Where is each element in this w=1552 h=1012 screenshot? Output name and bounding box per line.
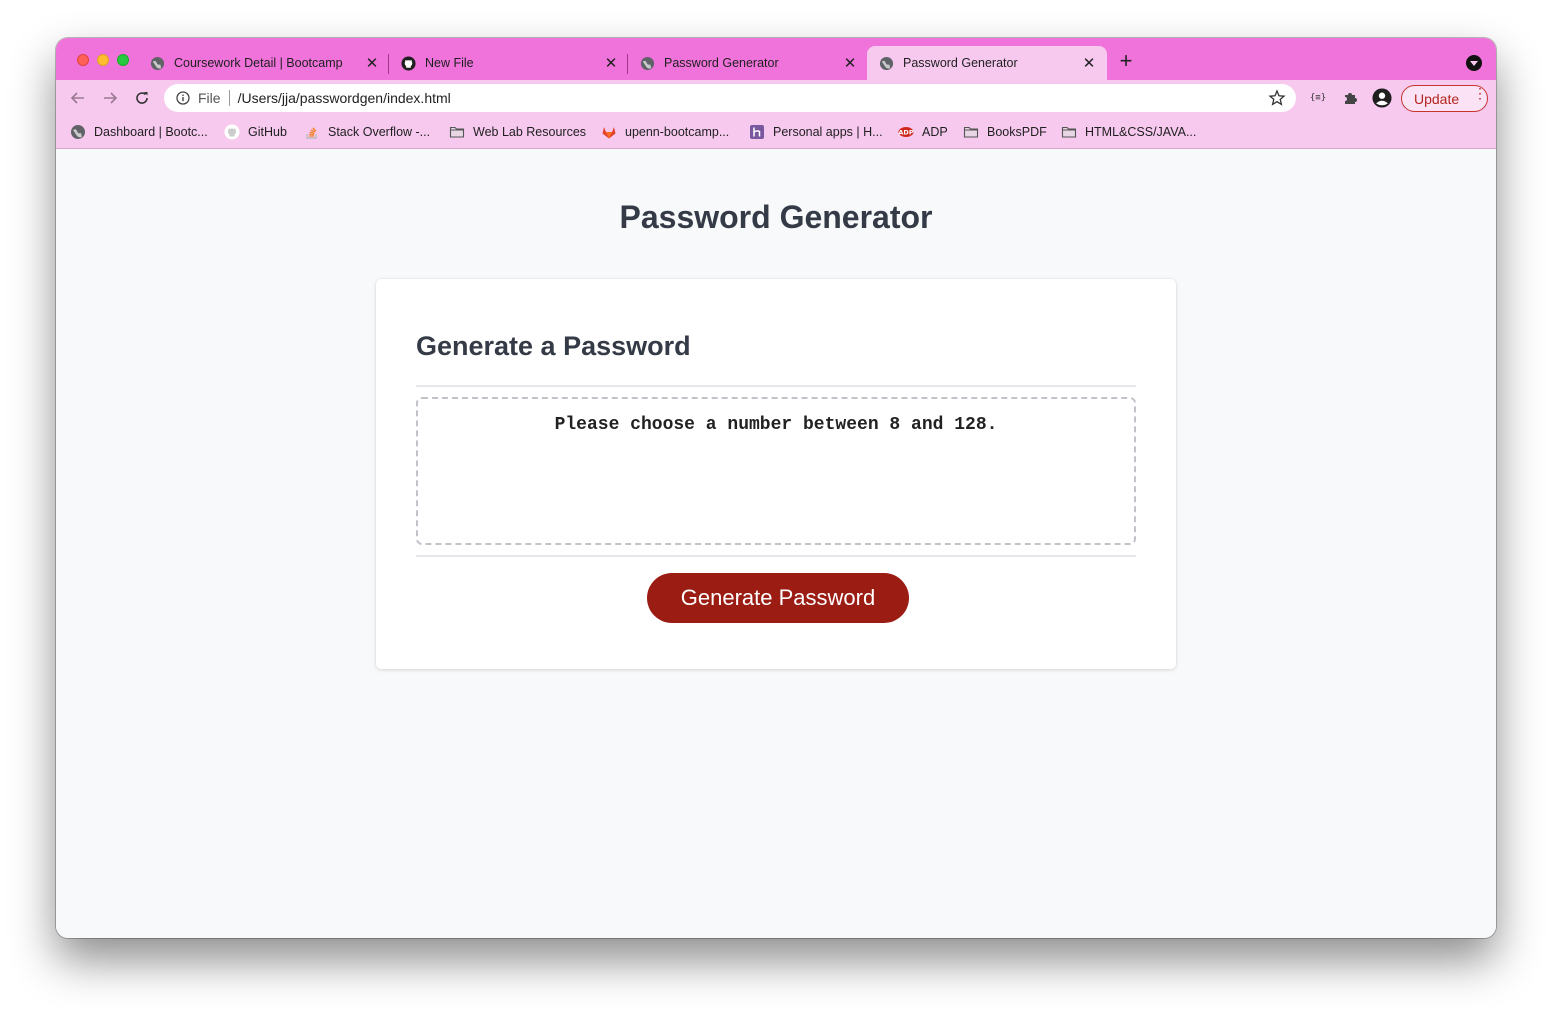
- svg-text:ADP: ADP: [898, 129, 913, 137]
- close-window-button[interactable]: [77, 54, 89, 66]
- card-heading: Generate a Password: [416, 331, 691, 361]
- bookmark-bookspdf[interactable]: BooksPDF: [963, 123, 1047, 141]
- zoom-window-button[interactable]: [117, 54, 129, 66]
- folder-icon: [1061, 124, 1077, 140]
- bookmark-github[interactable]: GitHub: [224, 123, 287, 141]
- bookmark-web-lab-resources[interactable]: Web Lab Resources: [449, 123, 586, 141]
- url-text[interactable]: /Users/jja/passwordgen/index.html: [238, 90, 451, 106]
- tab-strip: Coursework Detail | Bootcamp ✕ New File …: [56, 38, 1496, 80]
- tab-password-generator[interactable]: Password Generator ✕: [628, 46, 868, 80]
- reload-button[interactable]: [132, 88, 152, 108]
- profile-avatar-icon[interactable]: [1372, 88, 1392, 108]
- card-header-divider: [416, 385, 1136, 387]
- bookmark-upenn-bootcamp[interactable]: upenn-bootcamp...: [601, 123, 729, 141]
- gitlab-icon: [601, 124, 617, 140]
- bookmark-html-css-java[interactable]: HTML&CSS/JAVA...: [1061, 123, 1196, 141]
- globe-icon: [70, 124, 86, 140]
- adp-icon: ADP: [898, 124, 914, 140]
- folder-icon: [449, 124, 465, 140]
- close-tab-icon[interactable]: ✕: [1081, 55, 1097, 72]
- close-tab-icon[interactable]: ✕: [603, 55, 619, 72]
- bookmark-adp[interactable]: ADP ADP: [898, 123, 947, 141]
- arrow-left-icon: [70, 92, 84, 104]
- more-menu-icon[interactable]: ⋮: [1473, 86, 1487, 100]
- bookmark-stack-overflow[interactable]: Stack Overflow -...: [304, 123, 430, 141]
- forward-button[interactable]: [100, 88, 120, 108]
- password-textarea[interactable]: Please choose a number between 8 and 128…: [416, 397, 1136, 545]
- globe-icon: [640, 56, 655, 71]
- generate-password-button[interactable]: Generate Password: [647, 573, 909, 623]
- bookmark-personal-apps[interactable]: Personal apps | H...: [749, 123, 883, 141]
- bookmarks-bar: Dashboard | Bootc... GitHub Stack Overfl…: [56, 116, 1496, 149]
- stackoverflow-icon: [304, 124, 320, 140]
- reload-icon: [136, 92, 148, 104]
- extensions-puzzle-icon[interactable]: [1340, 88, 1360, 108]
- github-icon: [401, 55, 416, 71]
- tab-password-generator-active[interactable]: Password Generator ✕: [867, 46, 1107, 80]
- tab-new-file[interactable]: New File ✕: [389, 46, 629, 80]
- page-content: Password Generator Generate a Password P…: [56, 149, 1496, 938]
- toolbar: File /Users/jja/passwordgen/index.html {…: [56, 80, 1496, 116]
- json-viewer-extension-icon[interactable]: {≡}: [1308, 88, 1328, 108]
- globe-icon: [879, 56, 894, 71]
- update-button[interactable]: Update ⋮: [1401, 85, 1488, 112]
- scheme-label: File: [198, 90, 221, 106]
- arrow-right-icon: [104, 92, 118, 104]
- page-title: Password Generator: [619, 199, 933, 235]
- heroku-icon: [749, 124, 765, 140]
- new-tab-button[interactable]: +: [1116, 50, 1136, 72]
- bookmark-star-icon[interactable]: [1268, 89, 1286, 107]
- minimize-window-button[interactable]: [97, 54, 109, 66]
- info-icon[interactable]: [176, 91, 190, 105]
- card-footer-divider: [416, 555, 1136, 557]
- github-icon: [224, 124, 240, 140]
- tab-search-icon[interactable]: [1466, 55, 1482, 71]
- folder-icon: [963, 124, 979, 140]
- close-tab-icon[interactable]: ✕: [842, 55, 858, 72]
- back-button[interactable]: [68, 88, 88, 108]
- password-card: Generate a Password Please choose a numb…: [376, 279, 1176, 669]
- close-tab-icon[interactable]: ✕: [364, 55, 380, 72]
- globe-icon: [150, 56, 165, 71]
- omnibox-divider: [228, 90, 230, 106]
- bookmark-dashboard[interactable]: Dashboard | Bootc...: [70, 123, 208, 141]
- tab-coursework[interactable]: Coursework Detail | Bootcamp ✕: [150, 46, 390, 80]
- address-bar[interactable]: File /Users/jja/passwordgen/index.html: [164, 84, 1296, 112]
- browser-window: Coursework Detail | Bootcamp ✕ New File …: [56, 38, 1496, 938]
